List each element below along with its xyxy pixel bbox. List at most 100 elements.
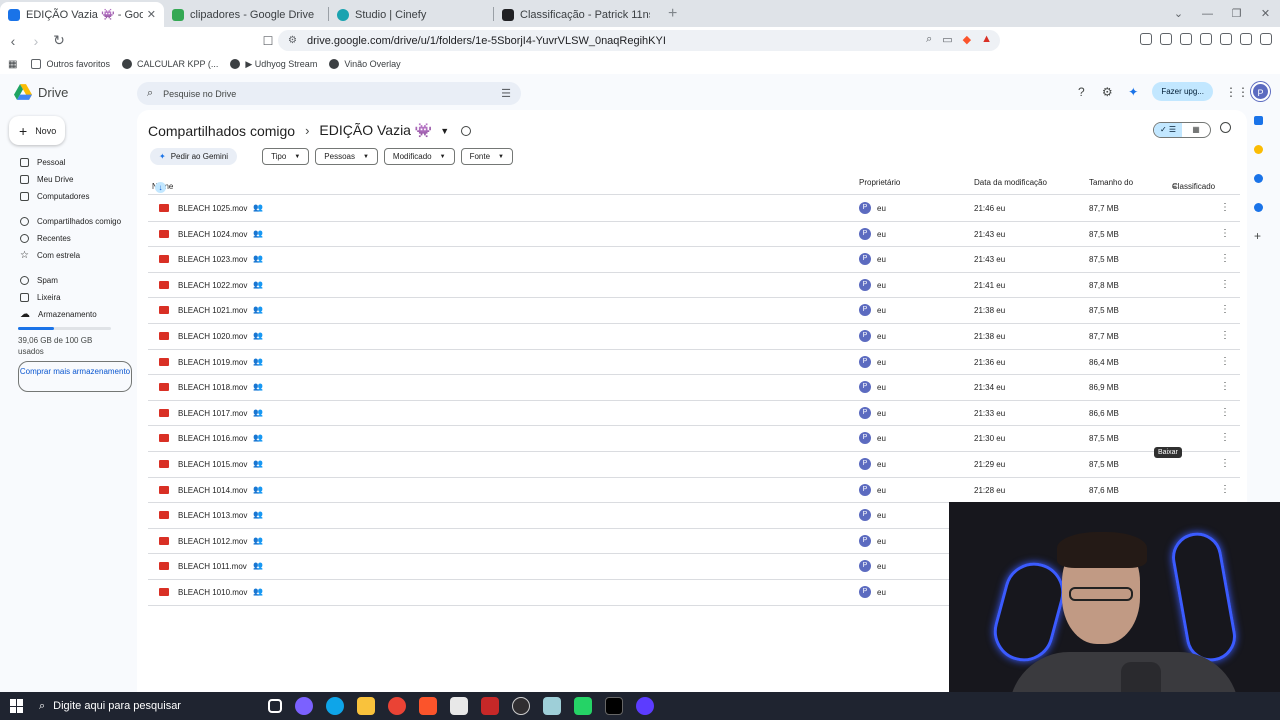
whatsapp-icon[interactable] — [574, 697, 592, 715]
task-view-icon[interactable] — [268, 699, 282, 713]
table-row[interactable]: BLEACH 1019.mov 👥 Peu 21:36 eu 86,4 MB ⋮ — [148, 350, 1240, 376]
reload-icon[interactable]: ↻ — [49, 32, 69, 49]
zoom-icon[interactable]: ⌕ — [926, 33, 932, 46]
table-row[interactable]: BLEACH 1020.mov 👥 Peu 21:38 eu 87,7 MB ⋮ — [148, 324, 1240, 350]
column-size[interactable]: Tamanho do — [1089, 178, 1133, 187]
search-input[interactable]: Pesquise no Drive — [163, 89, 501, 99]
table-row[interactable]: BLEACH 1014.mov 👥 Peu 21:28 eu 87,6 MB ⋮ — [148, 478, 1240, 504]
help-icon[interactable]: ? — [1074, 85, 1088, 99]
drive-logo[interactable]: Drive — [14, 84, 68, 100]
chevron-down-icon[interactable]: ▼ — [440, 126, 449, 136]
brave-rewards-icon[interactable]: ▲ — [981, 33, 992, 46]
sidebar-icon[interactable] — [1180, 33, 1192, 45]
file-name[interactable]: BLEACH 1012.mov — [178, 537, 247, 546]
vpn-icon[interactable] — [1240, 33, 1252, 45]
obs-icon[interactable] — [512, 697, 530, 715]
copilot-icon[interactable] — [295, 697, 313, 715]
calendar-icon[interactable] — [1254, 116, 1263, 125]
more-options-icon[interactable]: ⋮ — [1220, 407, 1230, 418]
grid-view-icon[interactable]: ▦ — [1182, 123, 1210, 137]
sort-arrow-icon[interactable]: ↓ — [155, 182, 166, 193]
more-options-icon[interactable]: ⋮ — [1220, 202, 1230, 213]
cast-icon[interactable]: ▭ — [942, 33, 952, 46]
more-options-icon[interactable]: ⋮ — [1220, 304, 1230, 315]
browser-tab-2[interactable]: Studio | Cinefy — [329, 2, 493, 27]
table-row[interactable]: BLEACH 1024.mov 👥 Peu 21:43 eu 87,5 MB ⋮ — [148, 222, 1240, 248]
table-row[interactable]: BLEACH 1025.mov 👥 Peu 21:46 eu 87,7 MB ⋮ — [148, 196, 1240, 222]
leo-icon[interactable] — [1220, 33, 1232, 45]
file-name[interactable]: BLEACH 1019.mov — [178, 358, 247, 367]
gemini-icon[interactable]: ✦ — [1126, 85, 1140, 99]
file-name[interactable]: BLEACH 1010.mov — [178, 588, 247, 597]
chevron-down-icon[interactable]: ⌄ — [1164, 7, 1193, 20]
extensions-icon[interactable] — [1140, 33, 1152, 45]
browser-tab-0[interactable]: EDIÇÃO Vazia 👾 - Google Drive ✕ — [0, 2, 164, 27]
apps-grid-icon[interactable]: ▦ — [8, 59, 17, 70]
breadcrumb-parent[interactable]: Compartilhados comigo — [148, 123, 295, 139]
bookmark-item[interactable]: CALCULAR KPP (... — [121, 59, 218, 69]
wallet-icon[interactable] — [1200, 33, 1212, 45]
close-window-icon[interactable]: ✕ — [1251, 7, 1280, 20]
file-name[interactable]: BLEACH 1023.mov — [178, 255, 247, 264]
vegas-icon[interactable] — [450, 697, 468, 715]
info-icon[interactable] — [1220, 122, 1231, 133]
add-addon-icon[interactable]: + — [1254, 230, 1263, 242]
download-icon[interactable] — [1160, 33, 1172, 45]
table-row[interactable]: BLEACH 1015.mov 👥 Peu 21:29 eu 87,5 MB ⋮ — [148, 452, 1240, 478]
keep-icon[interactable] — [1254, 145, 1263, 154]
file-name[interactable]: BLEACH 1025.mov — [178, 204, 247, 213]
restore-icon[interactable]: ❐ — [1222, 7, 1251, 20]
bookmark-item[interactable]: ▶ Udhyog Stream — [230, 59, 317, 70]
bookmark-item[interactable]: Outros favoritos — [31, 59, 110, 69]
browser-tab-3[interactable]: Classificação - Patrick 11ns — [494, 2, 658, 27]
list-view-icon[interactable]: ✓ ☰ — [1154, 123, 1182, 137]
capcut-icon[interactable] — [605, 697, 623, 715]
table-row[interactable]: BLEACH 1017.mov 👥 Peu 21:33 eu 86,6 MB ⋮ — [148, 401, 1240, 427]
file-name[interactable]: BLEACH 1014.mov — [178, 486, 247, 495]
file-name[interactable]: BLEACH 1011.mov — [178, 562, 247, 571]
drive-search-bar[interactable]: ⌕ Pesquise no Drive ☰ — [137, 82, 521, 105]
column-owner[interactable]: Proprietário — [859, 178, 900, 187]
more-options-icon[interactable]: ⋮ — [1220, 381, 1230, 392]
back-icon[interactable]: ‹ — [3, 33, 23, 49]
sidebar-item-compartilhados[interactable]: Compartilhados comigo — [0, 213, 135, 230]
sidebar-item-spam[interactable]: Spam — [0, 272, 135, 289]
table-row[interactable]: BLEACH 1022.mov 👥 Peu 21:41 eu 87,8 MB ⋮ — [148, 273, 1240, 299]
search-options-icon[interactable]: ☰ — [501, 87, 511, 100]
brave-shield-icon[interactable]: ◆ — [963, 33, 971, 46]
site-info-icon[interactable]: ⚙ — [288, 35, 297, 46]
chrome-icon[interactable] — [388, 697, 406, 715]
sidebar-item-lixeira[interactable]: Lixeira — [0, 289, 135, 306]
file-name[interactable]: BLEACH 1016.mov — [178, 434, 247, 443]
minimize-icon[interactable]: — — [1193, 8, 1222, 20]
file-name[interactable]: BLEACH 1013.mov — [178, 511, 247, 520]
new-button[interactable]: + Novo — [9, 116, 65, 145]
filter-pessoas[interactable]: Pessoas ▼ — [315, 148, 378, 165]
more-options-icon[interactable]: ⋮ — [1220, 279, 1230, 290]
breadcrumb-current[interactable]: EDIÇÃO Vazia 👾 — [319, 122, 432, 139]
filter-fonte[interactable]: Fonte ▼ — [460, 148, 513, 165]
more-options-icon[interactable]: ⋮ — [1220, 228, 1230, 239]
table-row[interactable]: BLEACH 1018.mov 👥 Peu 21:34 eu 86,9 MB ⋮ — [148, 375, 1240, 401]
tasks-icon[interactable] — [1254, 174, 1263, 183]
app-icon[interactable] — [636, 697, 654, 715]
more-options-icon[interactable]: ⋮ — [1220, 253, 1230, 264]
file-name[interactable]: BLEACH 1018.mov — [178, 383, 247, 392]
taskbar-search-input[interactable]: Digite aqui para pesquisar — [53, 700, 181, 712]
windows-start-icon[interactable] — [10, 699, 24, 713]
new-tab-icon[interactable]: + — [668, 5, 677, 23]
brave-icon[interactable] — [419, 697, 437, 715]
sidebar-item-pessoal[interactable]: Pessoal — [0, 154, 135, 171]
file-name[interactable]: BLEACH 1021.mov — [178, 306, 247, 315]
sidebar-item-armazenamento[interactable]: ☁ Armazenamento — [0, 306, 135, 323]
edge-icon[interactable] — [326, 697, 344, 715]
more-options-icon[interactable]: ⋮ — [1220, 330, 1230, 341]
apps-grid-icon[interactable]: ⋮⋮ — [1225, 85, 1249, 99]
avatar[interactable]: P — [1251, 82, 1270, 101]
sidebar-item-com-estrela[interactable]: ☆ Com estrela — [0, 247, 135, 264]
filter-tipo[interactable]: Tipo ▼ — [262, 148, 310, 165]
settings-icon[interactable]: ⚙ — [1100, 85, 1114, 99]
file-explorer-icon[interactable] — [357, 697, 375, 715]
table-row[interactable]: BLEACH 1023.mov 👥 Peu 21:43 eu 87,5 MB ⋮ — [148, 247, 1240, 273]
more-options-icon[interactable]: ⋮ — [1220, 432, 1230, 443]
